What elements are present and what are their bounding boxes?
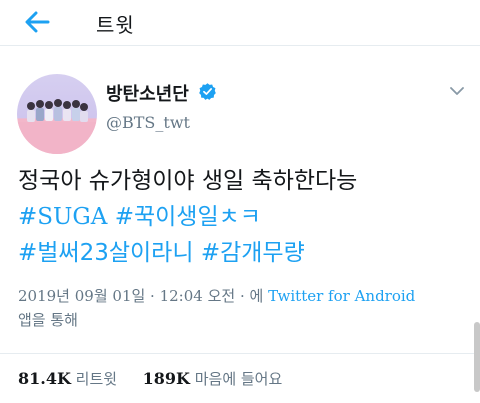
user-handle[interactable]: @BTS_twt <box>106 113 190 132</box>
tweet-meta: 2019년 09월 01일 · 12:04 오전 · 에 Twitter for… <box>18 284 468 332</box>
divider <box>0 353 480 354</box>
page-title: 트윗 <box>96 13 135 37</box>
source-suffix: 앱을 통해 <box>18 311 78 329</box>
tweet-text: 정국아 슈가형이야 생일 축하한다능 #SUGA #꾹이생일ㅊㅋ #벌써23살이… <box>18 163 468 271</box>
hashtag-link[interactable]: #꾹이생일ㅊㅋ <box>115 204 261 230</box>
verified-badge-icon <box>199 83 216 100</box>
top-bar: 트윗 <box>0 0 480 46</box>
tweet-menu-button[interactable] <box>446 82 468 100</box>
likes-count[interactable]: 189K <box>143 369 190 388</box>
back-button[interactable] <box>20 7 54 37</box>
tweet-text-line: #SUGA #꾹이생일ㅊㅋ <box>18 199 468 235</box>
arrow-left-icon <box>25 11 50 33</box>
tweet-text-line: 정국아 슈가형이야 생일 축하한다능 <box>18 168 358 194</box>
hashtag-link[interactable]: #벌써23살이라니 <box>18 240 194 266</box>
likes-label[interactable]: 마음에 들어요 <box>195 370 283 388</box>
hashtag-link[interactable]: #감개무량 <box>201 240 305 266</box>
chevron-down-icon <box>450 86 464 95</box>
tweet-text-line: #벌써23살이라니 #감개무량 <box>18 235 468 271</box>
meta-line: 2019년 09월 01일 · 12:04 오전 · 에 Twitter for… <box>18 284 468 308</box>
retweets-count[interactable]: 81.4K <box>18 369 71 388</box>
retweets-label[interactable]: 리트윗 <box>76 370 117 388</box>
engagement-stats: 81.4K 리트윗 189K 마음에 들어요 <box>18 368 282 389</box>
display-name[interactable]: 방탄소년단 <box>106 80 189 106</box>
tweet-detail-screen: 트윗 방탄소년단 @BTS_twt 정국아 슈가형이야 생일 축하한다능 #SU… <box>0 0 480 403</box>
hashtag-link[interactable]: #SUGA <box>18 204 107 230</box>
scrollbar[interactable] <box>474 322 480 392</box>
tweet-timestamp[interactable]: 2019년 09월 01일 · 12:04 오전 · 에 <box>18 287 263 305</box>
avatar[interactable] <box>17 74 97 154</box>
tweet-source-link[interactable]: Twitter for Android <box>268 287 415 305</box>
